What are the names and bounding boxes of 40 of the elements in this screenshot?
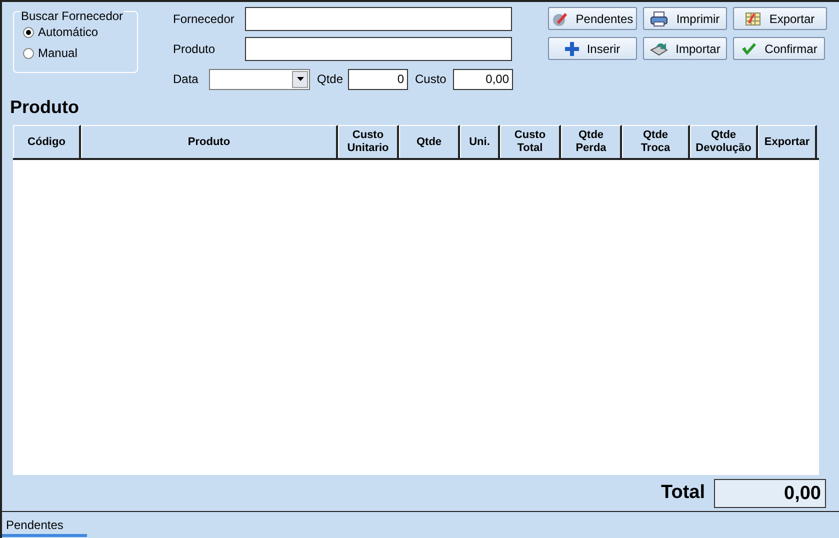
section-title: Produto bbox=[10, 96, 80, 119]
spreadsheet-icon bbox=[745, 10, 762, 26]
column-header[interactable]: Uni. bbox=[460, 125, 500, 158]
quantity-field[interactable]: 0 bbox=[348, 68, 408, 90]
radio-option[interactable]: Manual bbox=[23, 46, 137, 60]
pencil-icon bbox=[552, 10, 568, 26]
field-label: Qtde bbox=[317, 71, 344, 88]
column-header[interactable]: Qtde Troca bbox=[622, 125, 690, 158]
radio-option[interactable]: Automático bbox=[23, 25, 137, 39]
add-button[interactable]: Inserir bbox=[548, 37, 637, 60]
total-value: 0,00 bbox=[714, 478, 826, 508]
field-label: Fornecedor bbox=[173, 11, 236, 28]
plus-icon bbox=[564, 42, 579, 56]
column-header[interactable]: Exportar bbox=[758, 125, 817, 158]
confirm-button[interactable]: Confirmar bbox=[733, 37, 825, 60]
field-label: Custo bbox=[415, 71, 448, 88]
cost-field[interactable]: 0,00 bbox=[453, 68, 513, 90]
field-label: Data bbox=[173, 71, 200, 88]
product-field[interactable] bbox=[245, 37, 512, 61]
total-label: Total bbox=[661, 480, 705, 505]
box-arrow-icon bbox=[650, 40, 668, 56]
column-header[interactable]: Código bbox=[13, 125, 81, 158]
column-header[interactable]: Qtde Perda bbox=[561, 125, 622, 158]
column-header[interactable]: Produto bbox=[81, 125, 338, 158]
export-button[interactable]: Exportar bbox=[733, 7, 827, 30]
radio-icon[interactable] bbox=[23, 26, 34, 38]
column-header[interactable]: Qtde bbox=[399, 125, 460, 158]
supplier-field[interactable] bbox=[245, 7, 512, 31]
field-label: Produto bbox=[173, 41, 216, 58]
printer-icon bbox=[650, 10, 668, 26]
date-dropdown[interactable] bbox=[209, 68, 310, 90]
group-title: Buscar Fornecedor bbox=[20, 10, 124, 23]
radio-icon[interactable] bbox=[23, 48, 34, 58]
column-header[interactable]: Custo Unitario bbox=[338, 125, 399, 158]
print-button[interactable]: Imprimir bbox=[643, 7, 727, 30]
column-header[interactable]: Custo Total bbox=[500, 125, 561, 158]
import-button[interactable]: Importar bbox=[643, 37, 727, 60]
pendentes-button[interactable]: Pendentes bbox=[548, 7, 637, 30]
column-header[interactable]: Qtde Devolução bbox=[690, 125, 758, 158]
checkmark-icon bbox=[740, 42, 757, 56]
